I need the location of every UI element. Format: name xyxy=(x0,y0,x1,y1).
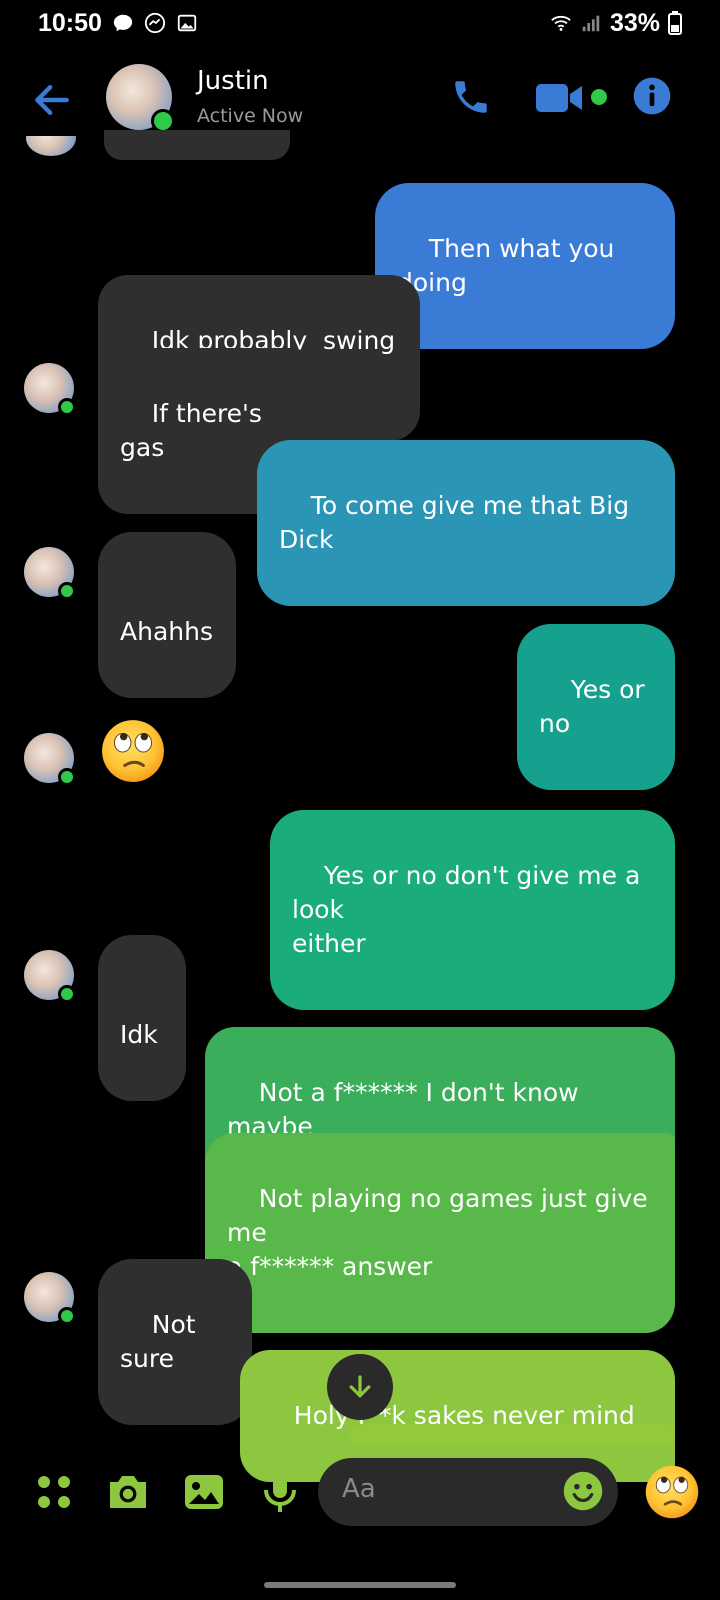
scroll-to-bottom-button[interactable] xyxy=(327,1354,393,1420)
arrow-down-icon xyxy=(349,1375,371,1398)
battery-icon xyxy=(668,11,682,35)
partial-outgoing-bubble xyxy=(348,1424,675,1444)
microphone-icon[interactable] xyxy=(256,1468,304,1516)
contact-name[interactable]: Justin xyxy=(197,66,269,96)
messenger-chat-screen: 10:50 33% Justin Active Now Then what yo… xyxy=(0,0,720,1600)
battery-percent: 33% xyxy=(609,8,660,37)
conversation-header: Justin Active Now xyxy=(0,56,720,140)
video-active-dot xyxy=(591,89,607,105)
message-bubble-outgoing[interactable]: To come give me that Big Dick xyxy=(257,440,675,606)
contact-active-status: Active Now xyxy=(197,105,304,127)
previous-incoming-bubble xyxy=(104,130,290,160)
gallery-notification-icon xyxy=(177,14,197,32)
sender-online-dot xyxy=(58,1307,76,1325)
message-bubble-outgoing[interactable]: Not playing no games just give me a f***… xyxy=(205,1133,675,1333)
back-arrow-icon[interactable] xyxy=(30,78,74,122)
message-bubble-incoming[interactable]: Ahahhs xyxy=(98,532,236,698)
signal-icon xyxy=(582,15,600,32)
message-text: If there's gas xyxy=(120,399,270,462)
quick-reaction-eye-roll-icon[interactable] xyxy=(644,1464,700,1520)
message-text: Ahahhs xyxy=(120,617,213,646)
chat-notification-icon xyxy=(113,14,133,32)
messenger-notification-icon xyxy=(144,12,166,34)
gallery-icon[interactable] xyxy=(180,1468,228,1516)
phone-call-icon[interactable] xyxy=(450,76,492,118)
message-bubble-outgoing[interactable]: Yes or no xyxy=(517,624,675,790)
message-text: Yes or no don't give me a look either xyxy=(292,861,641,958)
message-bubble-outgoing[interactable]: Yes or no don't give me a look either xyxy=(270,810,675,1010)
sender-online-dot xyxy=(58,398,76,416)
message-text: Yes or no xyxy=(539,675,653,738)
sender-online-dot xyxy=(58,582,76,600)
home-indicator[interactable] xyxy=(264,1582,456,1588)
message-text: Then what you doing xyxy=(397,234,623,297)
wifi-icon xyxy=(551,15,571,31)
video-call-icon[interactable] xyxy=(536,82,586,114)
apps-grid-icon[interactable] xyxy=(30,1468,78,1516)
message-input[interactable]: Aa xyxy=(318,1458,618,1526)
sender-online-dot xyxy=(58,768,76,786)
sender-online-dot xyxy=(58,985,76,1003)
message-bubble-incoming[interactable]: Idk xyxy=(98,935,186,1101)
message-text: Not playing no games just give me a f***… xyxy=(227,1184,648,1281)
message-composer: Aa xyxy=(0,1450,720,1534)
message-input-placeholder: Aa xyxy=(342,1474,376,1504)
message-text: Idk xyxy=(120,1020,158,1049)
message-bubble-incoming[interactable]: Not sure xyxy=(98,1259,252,1425)
status-bar: 10:50 33% xyxy=(0,0,720,46)
message-text: To come give me that Big Dick xyxy=(279,491,638,554)
status-time: 10:50 xyxy=(38,8,102,37)
eye-roll-emoji[interactable] xyxy=(100,718,166,784)
message-text: Not sure xyxy=(120,1310,204,1373)
emoji-picker-icon[interactable] xyxy=(562,1470,604,1512)
message-bubble-outgoing[interactable]: Then what you doing xyxy=(375,183,675,349)
info-icon[interactable] xyxy=(632,76,672,116)
camera-icon[interactable] xyxy=(104,1468,152,1516)
